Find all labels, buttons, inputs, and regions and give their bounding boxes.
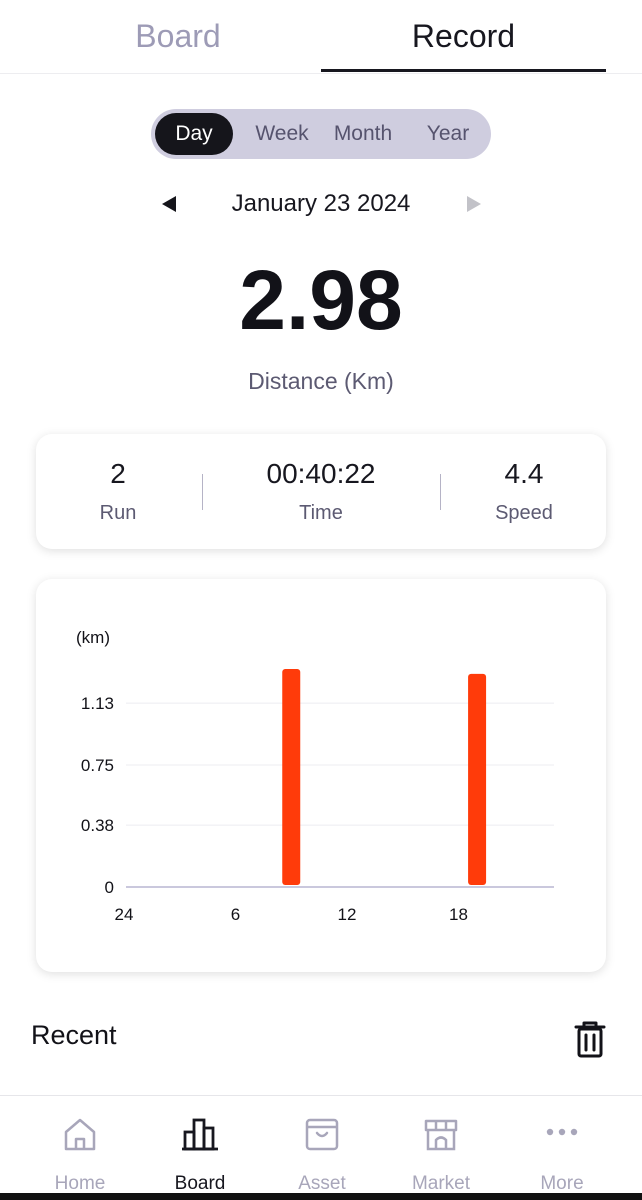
top-tabs: Board Record: [0, 0, 642, 74]
run-label: Run: [99, 502, 137, 524]
bottom-nav: Home Board Asset Market More: [0, 1095, 642, 1200]
nav-home[interactable]: Home: [20, 1112, 140, 1195]
y-axis-label: (km): [76, 628, 110, 647]
y-tick-label: 0.75: [81, 756, 114, 775]
speed-value: 4.4: [504, 458, 544, 489]
x-tick-label: 24: [115, 905, 134, 924]
speed-label: Speed: [495, 502, 553, 524]
period-month[interactable]: Month: [323, 113, 403, 155]
stat-speed: 4.4 Speed: [444, 458, 604, 525]
x-tick-label: 18: [449, 905, 468, 924]
run-value: 2: [110, 458, 126, 489]
nav-home-label: Home: [54, 1173, 106, 1194]
chart-card: (km) 0 0.38 0.75 1.13 24 6 12 18: [36, 579, 606, 972]
stat-divider: [440, 474, 441, 510]
time-value: 00:40:22: [266, 458, 376, 489]
tab-board[interactable]: Board: [38, 0, 318, 72]
y-tick-label: 0: [105, 878, 114, 897]
nav-market[interactable]: Market: [381, 1112, 501, 1195]
period-year[interactable]: Year: [409, 113, 487, 155]
more-icon: [546, 1128, 578, 1136]
nav-more[interactable]: More: [502, 1112, 622, 1195]
nav-board-label: Board: [174, 1173, 226, 1194]
time-label: Time: [299, 502, 343, 524]
triangle-left-icon: [162, 196, 176, 212]
previous-date-button[interactable]: [158, 190, 180, 218]
period-selector: Day Week Month Year: [151, 109, 491, 159]
distance-bar-chart: (km) 0 0.38 0.75 1.13 24 6 12 18: [76, 628, 554, 924]
period-day[interactable]: Day: [155, 113, 233, 155]
market-icon: [424, 1119, 458, 1151]
nav-asset-label: Asset: [298, 1173, 346, 1194]
triangle-right-icon: [467, 196, 481, 212]
home-icon: [64, 1118, 96, 1151]
date-label: January 23 2024: [231, 190, 411, 217]
distance-value: 2.98: [239, 253, 403, 347]
x-tick-label: 6: [231, 905, 240, 924]
asset-icon: [305, 1118, 339, 1151]
nav-board[interactable]: Board: [140, 1112, 260, 1195]
period-week[interactable]: Week: [243, 113, 321, 155]
tab-record[interactable]: Record: [321, 0, 606, 72]
home-indicator-bar: [0, 1193, 642, 1200]
stat-run: 2 Run: [38, 458, 198, 525]
x-tick-label: 12: [338, 905, 357, 924]
trash-icon: [574, 1021, 606, 1058]
stat-divider: [202, 474, 203, 510]
chart-bar: [468, 673, 487, 885]
nav-asset[interactable]: Asset: [262, 1112, 382, 1195]
stats-card: 2 Run 00:40:22 Time 4.4 Speed: [36, 434, 606, 549]
stat-time: 00:40:22 Time: [241, 458, 401, 525]
y-tick-label: 1.13: [81, 694, 114, 713]
next-date-button[interactable]: [463, 190, 485, 218]
recent-title: Recent: [31, 1020, 117, 1050]
nav-more-label: More: [540, 1173, 584, 1194]
chart-bar: [282, 669, 301, 885]
tab-active-indicator: [321, 69, 606, 72]
y-tick-label: 0.38: [81, 816, 114, 835]
board-icon: [182, 1118, 218, 1151]
delete-button[interactable]: [572, 1018, 608, 1060]
distance-unit-label: Distance (Km): [248, 368, 394, 394]
nav-market-label: Market: [411, 1173, 471, 1194]
